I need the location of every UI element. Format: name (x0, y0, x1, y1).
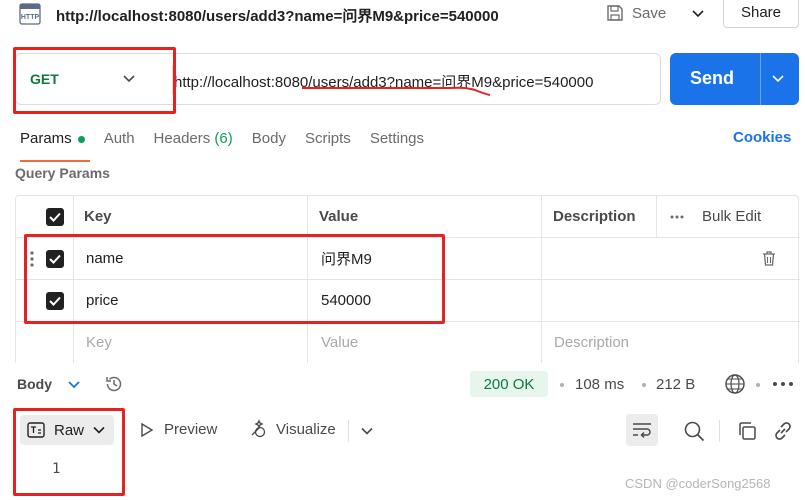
divider (760, 53, 761, 105)
request-title[interactable]: http://localhost:8080/users/add3?name=问界… (56, 5, 499, 26)
tab-settings[interactable]: Settings (370, 130, 424, 158)
select-all-checkbox[interactable] (46, 196, 64, 237)
copy-icon[interactable] (736, 420, 758, 442)
send-label: Send (690, 68, 735, 88)
preview-label: Preview (164, 421, 218, 438)
tab-body[interactable]: Body (252, 130, 286, 158)
divider (73, 322, 74, 363)
tab-params[interactable]: Params (20, 130, 90, 162)
share-button[interactable]: Share (723, 0, 799, 28)
save-button[interactable]: Save (606, 1, 666, 25)
history-icon[interactable] (104, 374, 124, 394)
header-key: Key (84, 208, 112, 225)
visualize-icon (251, 419, 266, 438)
title-bar: HTTP http://localhost:8080/users/add3?na… (0, 0, 805, 30)
link-icon[interactable] (772, 420, 794, 442)
save-icon (607, 5, 623, 21)
preview-button[interactable]: Preview (140, 421, 217, 438)
new-description-input[interactable]: Description (554, 322, 629, 363)
separator-dot (642, 383, 646, 387)
status-badge: 200 OK (470, 371, 548, 397)
cookies-link[interactable]: Cookies (733, 129, 791, 146)
new-value-input[interactable]: Value (321, 322, 358, 363)
visualize-label: Visualize (276, 420, 336, 438)
globe-icon[interactable] (724, 373, 746, 395)
separator-dot (756, 383, 760, 387)
annotation-url-underline (302, 86, 491, 96)
annotation-params-box (24, 234, 445, 324)
response-size: 212 B (656, 376, 696, 393)
divider (656, 196, 657, 237)
divider (541, 322, 542, 363)
divider (541, 280, 542, 321)
divider (73, 196, 74, 237)
divider (719, 420, 720, 442)
visualize-button[interactable]: Visualize (248, 419, 336, 439)
trash-icon[interactable] (761, 250, 777, 267)
divider (541, 238, 542, 279)
request-tabs: Params Auth Headers (6) Body Scripts Set… (20, 130, 424, 162)
chevron-down-icon[interactable] (360, 424, 374, 438)
bulk-edit-label: Bulk Edit (702, 208, 762, 225)
tab-auth[interactable]: Auth (104, 130, 135, 158)
tab-headers[interactable]: Headers (6) (154, 130, 233, 158)
bulk-edit-button[interactable]: Bulk Edit (670, 196, 761, 237)
annotation-method-box (13, 47, 176, 114)
play-icon (141, 422, 154, 437)
send-options-chevron-icon[interactable] (770, 71, 786, 87)
send-button[interactable]: Send (670, 53, 799, 105)
save-options-chevron-icon[interactable] (688, 4, 708, 22)
wrap-lines-icon (633, 423, 651, 439)
wrap-lines-button[interactable] (626, 414, 658, 446)
header-value: Value (319, 208, 359, 225)
annotation-response-box (13, 408, 125, 496)
more-horizontal-icon (670, 215, 684, 218)
headers-count: (6) (214, 130, 233, 147)
table-header-row: Key Value Description Bulk Edit (16, 196, 800, 238)
search-icon[interactable] (683, 420, 705, 442)
response-body-label[interactable]: Body (17, 376, 52, 392)
divider (541, 196, 542, 237)
http-request-icon: HTTP (19, 3, 41, 25)
query-params-title: Query Params (15, 165, 110, 181)
divider (307, 196, 308, 237)
chevron-down-icon[interactable] (66, 377, 82, 393)
more-horizontal-icon[interactable] (772, 381, 794, 387)
divider (307, 322, 308, 363)
separator-dot (560, 383, 564, 387)
response-time: 108 ms (575, 376, 625, 393)
header-description: Description (553, 208, 636, 225)
watermark: CSDN @coderSong2568 (625, 476, 771, 491)
checkbox (46, 207, 64, 226)
table-row-empty: Key Value Description (16, 322, 800, 364)
svg-text:HTTP: HTTP (21, 14, 40, 21)
new-key-input[interactable]: Key (86, 322, 112, 363)
tab-scripts[interactable]: Scripts (305, 130, 351, 158)
params-active-dot (77, 135, 85, 143)
check-icon (49, 212, 61, 222)
save-label: Save (632, 4, 667, 22)
divider (348, 420, 349, 442)
